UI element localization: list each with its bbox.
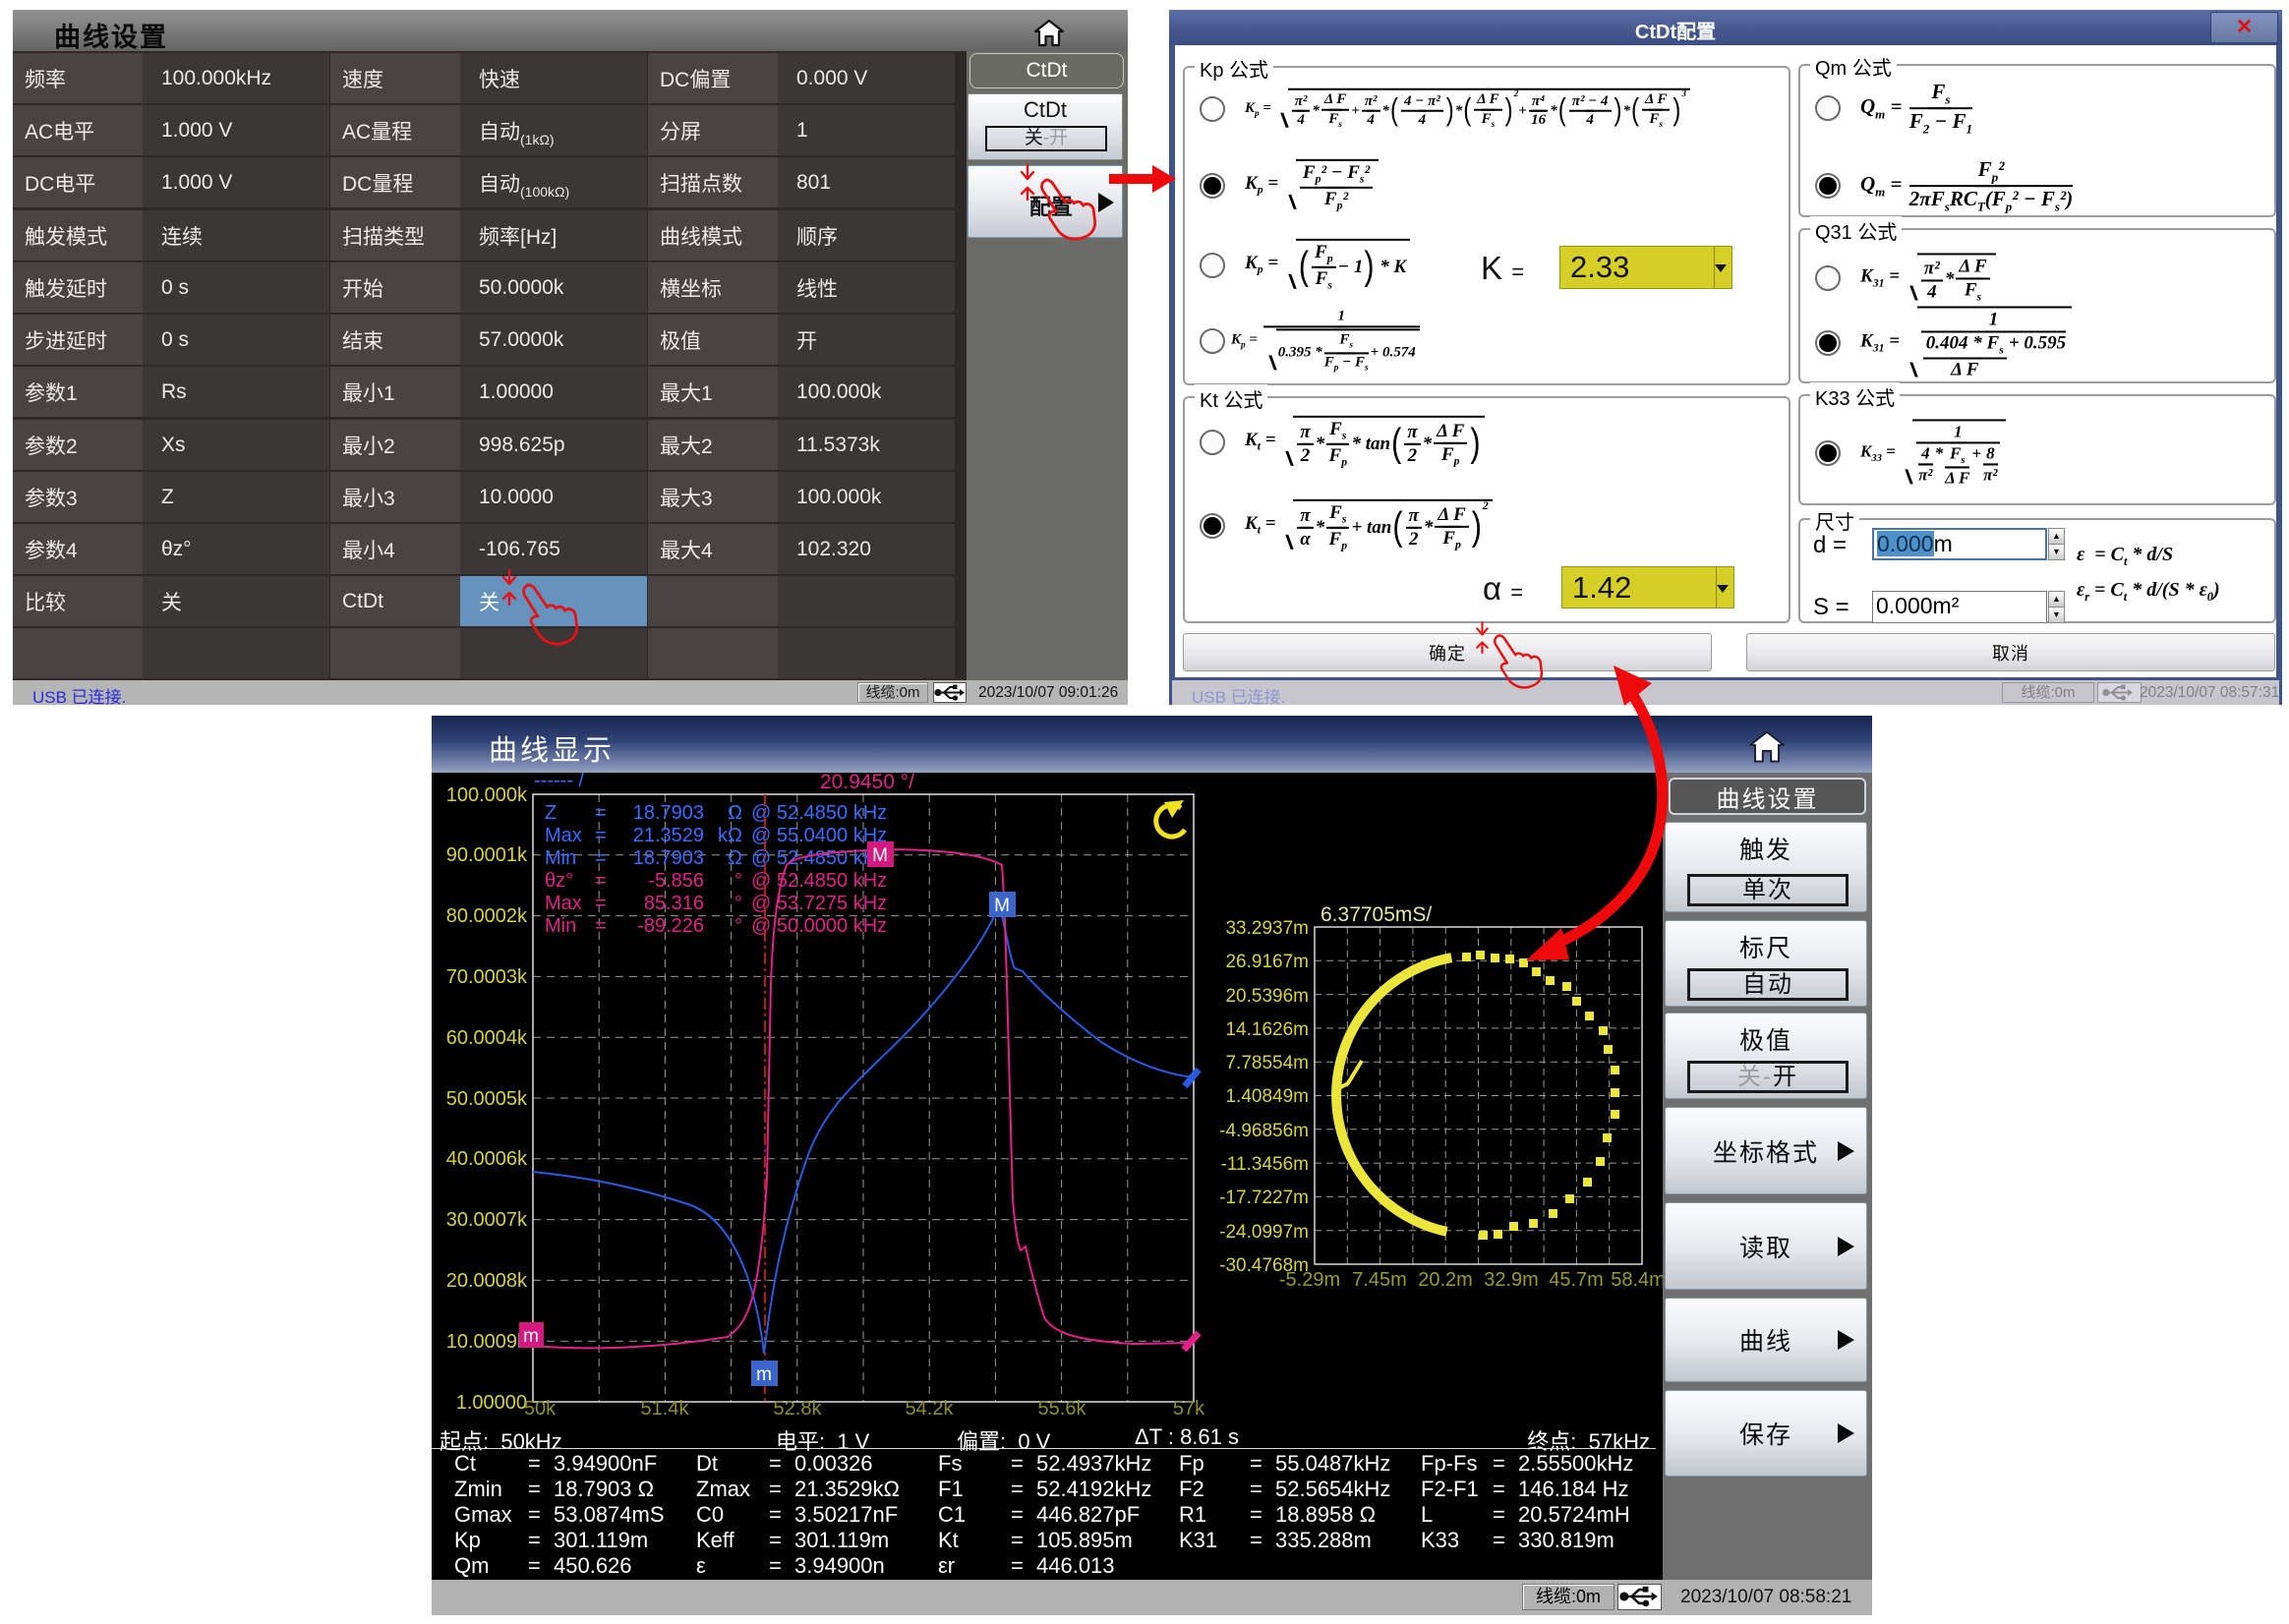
svg-text:@ 53.7275 kHz: @ 53.7275 kHz bbox=[751, 893, 887, 914]
svg-text:40.0006k: 40.0006k bbox=[446, 1148, 528, 1170]
svg-text:54.2k: 54.2k bbox=[906, 1398, 955, 1420]
svg-text:-4.96856m: -4.96856m bbox=[1219, 1121, 1309, 1141]
svg-text:100.000k: 100.000k bbox=[446, 784, 528, 806]
svg-text:85.316: 85.316 bbox=[644, 893, 704, 914]
svg-text:20.5396m: 20.5396m bbox=[1225, 986, 1309, 1007]
svg-text:°: ° bbox=[734, 915, 742, 937]
svg-text:Ω: Ω bbox=[728, 802, 742, 824]
svg-text:m: m bbox=[756, 1364, 772, 1385]
svg-text:------ /: ------ / bbox=[534, 773, 585, 791]
svg-text:-89.226: -89.226 bbox=[637, 915, 704, 937]
svg-text:-5.856: -5.856 bbox=[648, 870, 704, 892]
svg-text:51.4k: 51.4k bbox=[641, 1398, 690, 1420]
svg-text:52.8k: 52.8k bbox=[774, 1398, 823, 1420]
svg-text:1.40849m: 1.40849m bbox=[1225, 1086, 1309, 1107]
svg-text:90.0001k: 90.0001k bbox=[446, 844, 528, 866]
svg-text:80.0002k: 80.0002k bbox=[446, 905, 528, 927]
svg-text:6.37705mS/: 6.37705mS/ bbox=[1321, 903, 1432, 926]
svg-text:20.0008k: 20.0008k bbox=[446, 1270, 528, 1292]
svg-text:=: = bbox=[595, 915, 607, 937]
svg-text:32.9m: 32.9m bbox=[1484, 1269, 1539, 1291]
svg-text:50k: 50k bbox=[524, 1398, 557, 1420]
svg-text:kΩ: kΩ bbox=[718, 825, 742, 846]
svg-text:20.9450 °/: 20.9450 °/ bbox=[820, 773, 914, 793]
svg-text:M: M bbox=[994, 896, 1010, 916]
svg-text:Min: Min bbox=[545, 915, 576, 937]
svg-text:7.45m: 7.45m bbox=[1352, 1269, 1407, 1291]
svg-text:@ 52.4850 kHz: @ 52.4850 kHz bbox=[751, 802, 887, 824]
svg-text:18.7903: 18.7903 bbox=[633, 802, 704, 824]
svg-text:θz°: θz° bbox=[545, 870, 573, 892]
svg-text:M: M bbox=[872, 845, 888, 866]
svg-text:Max: Max bbox=[545, 893, 582, 914]
svg-text:-17.7227m: -17.7227m bbox=[1219, 1188, 1309, 1208]
svg-text:45.7m: 45.7m bbox=[1549, 1269, 1604, 1291]
svg-text:Ω: Ω bbox=[728, 847, 742, 869]
svg-text:Z: Z bbox=[545, 802, 557, 824]
svg-text:20.2m: 20.2m bbox=[1418, 1269, 1473, 1291]
svg-text:55.6k: 55.6k bbox=[1038, 1398, 1087, 1420]
svg-text:60.0004k: 60.0004k bbox=[446, 1027, 528, 1049]
svg-text:1.00000: 1.00000 bbox=[456, 1392, 527, 1414]
svg-text:-24.0997m: -24.0997m bbox=[1219, 1222, 1309, 1243]
svg-text:26.9167m: 26.9167m bbox=[1225, 952, 1309, 972]
svg-text:21.3529: 21.3529 bbox=[633, 825, 704, 846]
svg-text:=: = bbox=[595, 870, 607, 892]
svg-text:=: = bbox=[595, 802, 607, 824]
svg-text:50.0005k: 50.0005k bbox=[446, 1088, 528, 1110]
svg-text:33.2937m: 33.2937m bbox=[1225, 918, 1309, 939]
svg-text:57k: 57k bbox=[1173, 1398, 1205, 1420]
svg-text:30.0007k: 30.0007k bbox=[446, 1209, 528, 1231]
svg-text:@ 50.0000 kHz: @ 50.0000 kHz bbox=[751, 915, 887, 937]
svg-text:7.78554m: 7.78554m bbox=[1225, 1053, 1309, 1073]
svg-text:-11.3456m: -11.3456m bbox=[1221, 1154, 1309, 1175]
svg-text:10.0009k: 10.0009k bbox=[446, 1331, 528, 1353]
svg-text:=: = bbox=[595, 893, 607, 914]
svg-text:18.7903: 18.7903 bbox=[633, 847, 704, 869]
svg-text:Min: Min bbox=[545, 847, 576, 869]
svg-text:@ 55.0400 kHz: @ 55.0400 kHz bbox=[751, 825, 887, 846]
svg-text:°: ° bbox=[734, 870, 742, 892]
svg-text:°: ° bbox=[734, 893, 742, 914]
svg-text:m: m bbox=[523, 1326, 539, 1347]
svg-text:=: = bbox=[595, 847, 607, 869]
svg-text:14.1626m: 14.1626m bbox=[1225, 1019, 1309, 1040]
svg-text:58.4m: 58.4m bbox=[1611, 1269, 1663, 1291]
svg-text:-5.29m: -5.29m bbox=[1279, 1269, 1340, 1291]
svg-text:Max: Max bbox=[545, 825, 582, 846]
svg-text:@ 52.4850 kHz: @ 52.4850 kHz bbox=[751, 870, 887, 892]
svg-text:=: = bbox=[595, 825, 607, 846]
svg-text:70.0003k: 70.0003k bbox=[446, 966, 528, 988]
